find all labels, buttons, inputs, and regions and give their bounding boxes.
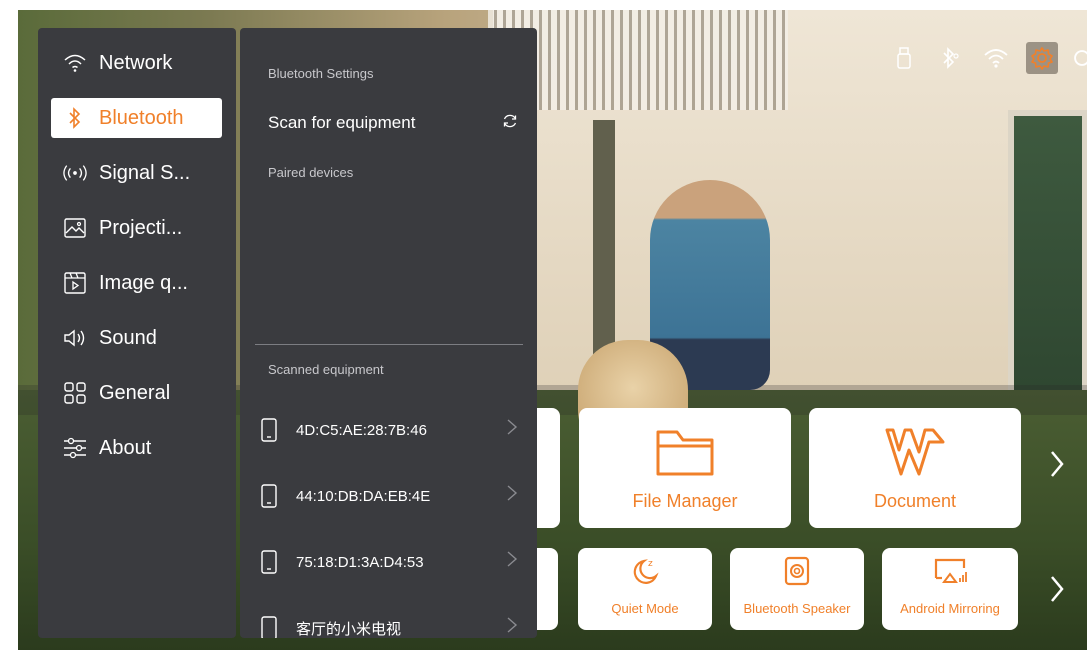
scanned-device-row[interactable]: 客厅的小米电视 (260, 610, 518, 638)
next-row-1-icon[interactable] (1042, 450, 1072, 486)
app-card-quiet-mode[interactable]: z Quiet Mode (578, 548, 712, 630)
speaker-icon (63, 326, 87, 350)
wifi-icon[interactable] (980, 42, 1012, 74)
scan-label: Scan for equipment (268, 113, 416, 132)
app-card-android-mirroring[interactable]: Android Mirroring (882, 548, 1018, 630)
phone-icon (260, 417, 278, 443)
section-divider (255, 344, 523, 345)
scanned-device-row[interactable]: 4D:C5:AE:28:7B:46 (260, 412, 518, 448)
menu-item-general[interactable]: General (51, 373, 222, 413)
wifi-icon (63, 51, 87, 75)
app-card-document[interactable]: Document (809, 408, 1021, 528)
menu-item-signal-source[interactable]: Signal S... (51, 153, 222, 193)
app-label-file-manager: File Manager (632, 491, 738, 511)
menu-item-projection[interactable]: Projecti... (51, 208, 222, 248)
menu-item-about[interactable]: About (51, 428, 222, 468)
menu-item-label: Bluetooth (99, 106, 184, 129)
scanned-equipment-title: Scanned equipment (268, 362, 384, 377)
menu-item-network[interactable]: Network (51, 43, 222, 83)
menu-item-label: Signal S... (99, 161, 191, 184)
paired-devices-title: Paired devices (268, 165, 354, 180)
menu-item-image-quality[interactable]: Image q... (51, 263, 222, 303)
sliders-icon (63, 436, 87, 460)
signal-icon (63, 161, 87, 185)
refresh-icon (502, 113, 518, 134)
phone-icon (260, 549, 278, 575)
next-row-2-icon[interactable] (1042, 575, 1072, 611)
moon-icon: z (630, 556, 660, 591)
menu-item-label: Image q... (99, 271, 188, 294)
chevron-right-icon (498, 550, 518, 574)
speaker-box-icon (784, 556, 810, 591)
menu-item-label: Projecti... (99, 216, 183, 239)
scanned-device-row[interactable]: 44:10:DB:DA:EB:4E (260, 478, 518, 514)
bluetooth-settings-panel: Bluetooth Settings Scan for equipment Pa… (240, 28, 537, 638)
device-name: 44:10:DB:DA:EB:4E (296, 487, 431, 505)
menu-item-label: General (99, 381, 171, 404)
svg-text:z: z (648, 559, 653, 569)
settings-menu: Network Bluetooth Signal S... Projecti..… (38, 28, 236, 638)
menu-item-label: Network (99, 51, 173, 74)
phone-icon (260, 483, 278, 509)
menu-item-label: About (99, 436, 152, 459)
bluetooth-settings-title: Bluetooth Settings (268, 66, 374, 81)
menu-item-sound[interactable]: Sound (51, 318, 222, 358)
status-bar (888, 36, 1087, 80)
bluetooth-icon[interactable] (934, 42, 966, 74)
app-card-bluetooth-speaker[interactable]: Bluetooth Speaker (730, 548, 864, 630)
device-name: 75:18:D1:3A:D4:53 (296, 553, 424, 571)
menu-item-label: Sound (99, 326, 157, 349)
device-name: 客厅的小米电视 (296, 620, 402, 638)
image-frame-icon (63, 216, 87, 240)
device-name: 4D:C5:AE:28:7B:46 (296, 421, 427, 439)
film-icon (63, 271, 87, 295)
app-label-quiet-mode: Quiet Mode (611, 601, 679, 616)
power-icon[interactable] (1072, 42, 1087, 74)
folder-icon (655, 426, 715, 483)
mirroring-icon (932, 556, 968, 591)
wallpaper-window (1008, 110, 1087, 410)
scan-for-equipment-button[interactable]: Scan for equipment (268, 112, 518, 134)
wps-icon (885, 428, 945, 481)
tv-icon (260, 615, 278, 638)
menu-item-bluetooth[interactable]: Bluetooth (51, 98, 222, 138)
chevron-right-icon (498, 616, 518, 638)
scanned-device-row[interactable]: 75:18:D1:3A:D4:53 (260, 544, 518, 580)
settings-gear-icon[interactable] (1026, 42, 1058, 74)
bluetooth-icon (63, 106, 87, 130)
app-card-file-manager[interactable]: File Manager (579, 408, 791, 528)
app-label-android-mirroring: Android Mirroring (900, 601, 1000, 616)
chevron-right-icon (498, 418, 518, 442)
usb-icon[interactable] (888, 42, 920, 74)
chevron-right-icon (498, 484, 518, 508)
grid-icon (63, 381, 87, 405)
app-label-bluetooth-speaker: Bluetooth Speaker (743, 601, 851, 616)
app-label-document: Document (873, 491, 957, 511)
